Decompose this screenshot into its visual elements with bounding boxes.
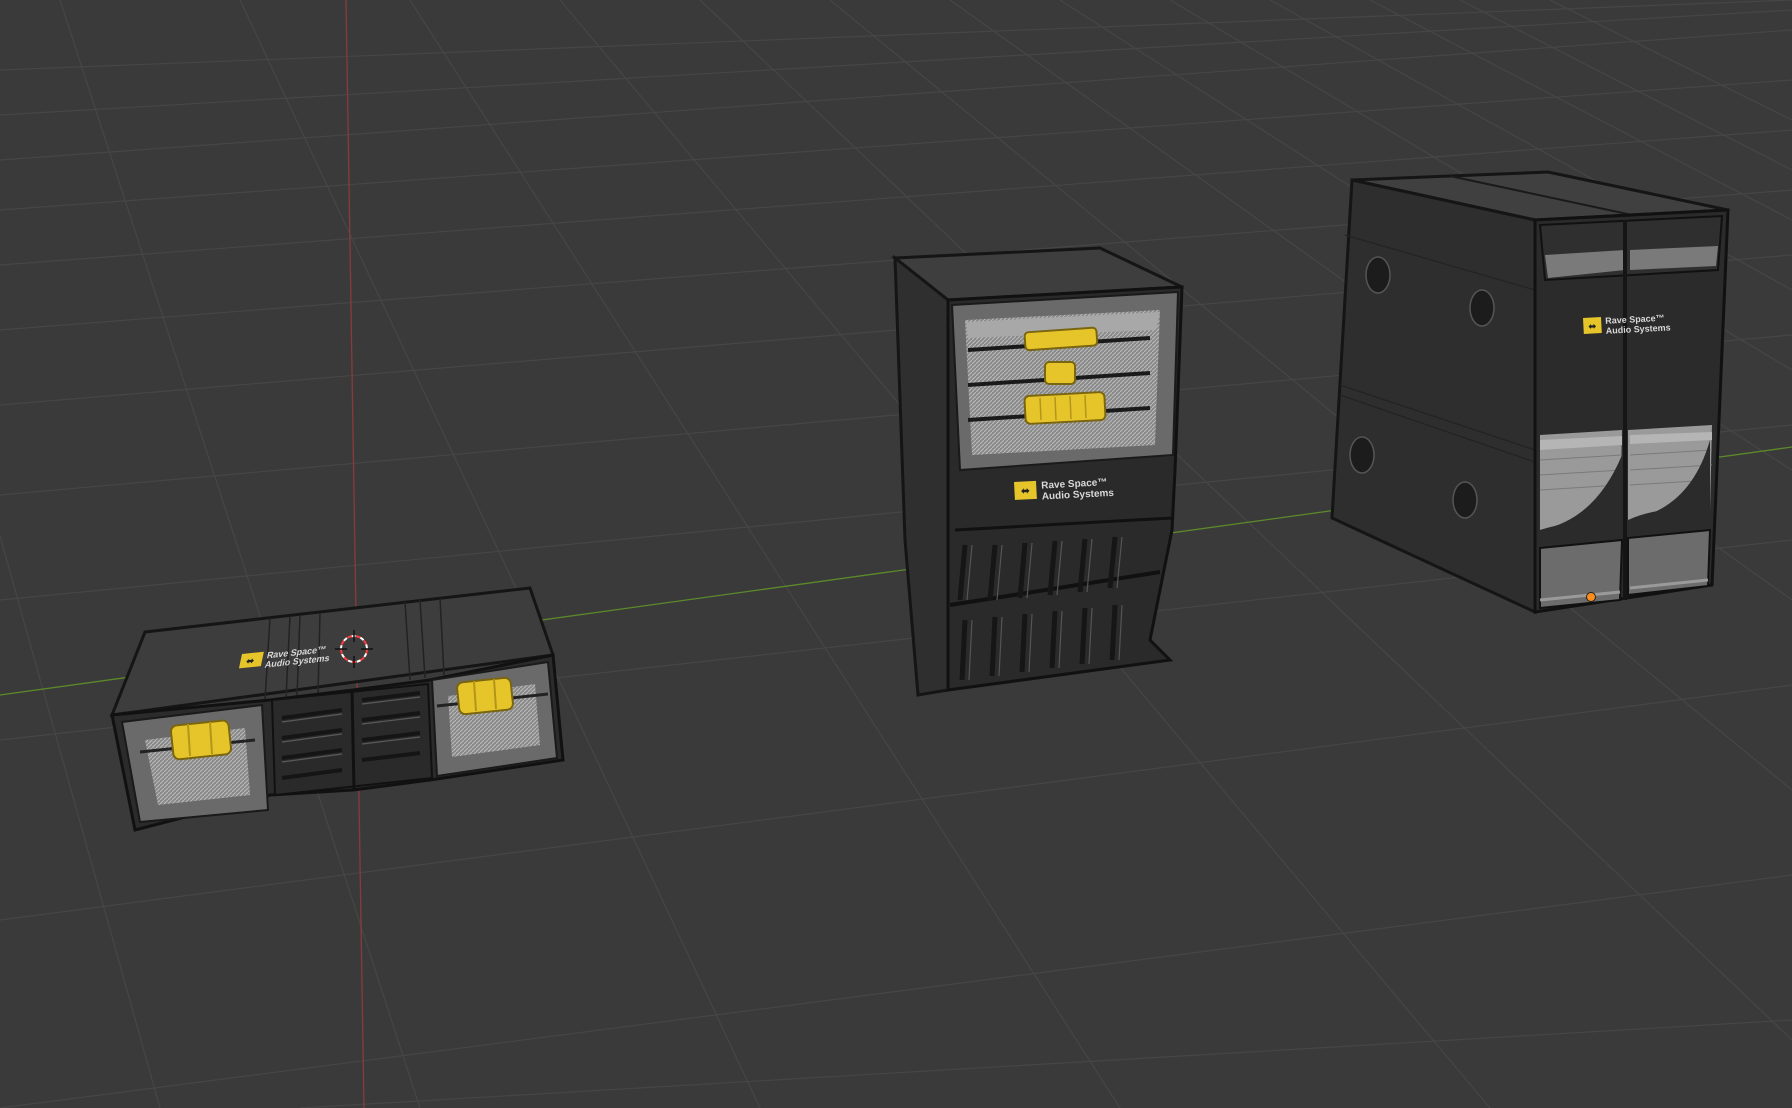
center-speaker-object[interactable]: ⬌ Rave Space™ Audio Systems	[890, 246, 1184, 697]
viewport-canvas[interactable]: ⬌ Rave Space™ Audio Systems ⬌ Rave Space…	[0, 0, 1792, 1108]
svg-text:⬌: ⬌	[1588, 321, 1597, 332]
right-speaker-object[interactable]: ⬌ Rave Space™ Audio Systems	[1330, 170, 1730, 615]
object-origin-icon[interactable]	[1586, 592, 1596, 602]
left-horn-driver	[169, 719, 233, 761]
svg-text:⬌: ⬌	[1021, 484, 1031, 497]
right-horn-driver	[456, 676, 514, 716]
y-axis-line	[345, 0, 365, 1108]
left-speaker-object[interactable]: ⬌ Rave Space™ Audio Systems	[109, 586, 565, 832]
3d-viewport[interactable]: ⬌ Rave Space™ Audio Systems ⬌ Rave Space…	[0, 0, 1792, 1108]
